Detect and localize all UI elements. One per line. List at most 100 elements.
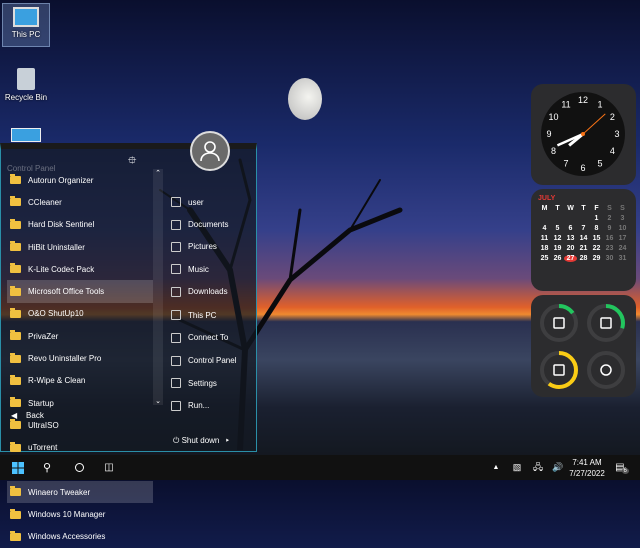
calendar-day[interactable]: 1 [590, 215, 603, 222]
calendar-day[interactable]: 10 [616, 225, 629, 232]
app-list-item[interactable]: HiBit Uninstaller [7, 236, 153, 258]
calendar-today[interactable]: 27 [564, 255, 577, 262]
app-label: Revo Uninstaller Pro [28, 354, 102, 364]
chevron-right-icon[interactable]: ▸ [226, 436, 229, 445]
scroll-up-icon[interactable]: ⌃ [153, 169, 163, 177]
app-label: Hard Disk Sentinel [28, 220, 95, 230]
folder-icon [10, 174, 21, 185]
desktop-icon-this-pc[interactable]: This PC [2, 3, 50, 47]
calendar-day[interactable]: 11 [538, 235, 551, 242]
calendar-day[interactable]: 5 [551, 225, 564, 232]
folder-icon [10, 508, 21, 519]
app-list-item[interactable]: O&O ShutUp10 [7, 303, 153, 325]
network-icon[interactable]: 🖧 [531, 455, 545, 480]
calendar-day[interactable]: 24 [616, 245, 629, 252]
app-list-item[interactable]: K-Lite Codec Pack [7, 258, 153, 280]
calendar-day[interactable]: 14 [577, 235, 590, 242]
place-music[interactable]: Music [171, 258, 236, 280]
place-connect[interactable]: Connect To [171, 326, 236, 348]
app-list-item[interactable]: Winaero Tweaker [7, 481, 153, 504]
cortana-icon [74, 463, 84, 472]
weekday-header: M [541, 205, 548, 212]
calendar-day[interactable]: 22 [590, 245, 603, 252]
place-label: user [188, 197, 204, 207]
place-computer[interactable]: This PC [171, 304, 236, 326]
scroll-down-icon[interactable]: ⌄ [153, 397, 163, 405]
folder-icon [10, 419, 21, 430]
desktop-icon-recycle-bin[interactable]: Recycle Bin [2, 68, 50, 102]
app-list-item[interactable]: Windows 10 Manager [7, 503, 153, 525]
app-list-item[interactable]: Autorun Organizer [7, 169, 153, 191]
place-label: Connect To [188, 333, 229, 343]
search-button[interactable]: ⚲ [38, 455, 56, 480]
calendar-day[interactable]: 9 [603, 225, 616, 232]
place-user[interactable]: user [171, 191, 236, 213]
calendar-day[interactable]: 30 [603, 255, 616, 262]
shutdown-button[interactable]: ⏻ Shut down ▸ [173, 436, 229, 446]
calendar-day[interactable]: 29 [590, 255, 603, 262]
calendar-day[interactable]: 17 [616, 235, 629, 242]
show-hidden-icons-button[interactable]: ▲ [490, 455, 502, 480]
calendar-day[interactable]: 18 [538, 245, 551, 252]
place-document[interactable]: Documents [171, 213, 236, 235]
clock-numeral: 6 [580, 163, 585, 173]
back-button[interactable]: ◀ Back [11, 411, 44, 420]
place-picture[interactable]: Pictures [171, 236, 236, 258]
calendar-day[interactable]: 25 [538, 255, 551, 262]
place-label: Settings [188, 378, 217, 388]
app-list-item[interactable]: Microsoft Office Tools [7, 280, 153, 303]
weekday-header: S [620, 205, 625, 212]
app-list-item[interactable]: R-Wipe & Clean [7, 370, 153, 392]
app-list-item[interactable]: CCleaner [7, 191, 153, 213]
calendar-day[interactable]: 23 [603, 245, 616, 252]
clock-numeral: 10 [549, 112, 559, 122]
place-run[interactable]: Run... [171, 395, 236, 417]
picture-icon [171, 241, 181, 252]
music-icon [171, 264, 181, 275]
app-label: Autorun Organizer [28, 175, 94, 185]
app-list-item[interactable]: PrivaZer [7, 325, 153, 347]
calendar-day[interactable]: 19 [551, 245, 564, 252]
app-label: HiBit Uninstaller [28, 242, 85, 252]
clock-numeral: 11 [561, 100, 570, 110]
recycle-bin-icon [17, 68, 35, 90]
calendar-day[interactable]: 13 [564, 235, 577, 242]
calendar-widget: JULY M T W T F S S 1 2 3 4 5 6 7 8 9 10 11 12 13 14 15 16 17 18 1… [531, 189, 636, 291]
control-panel-icon [11, 128, 41, 142]
calendar-day[interactable]: 3 [616, 215, 629, 222]
calendar-day[interactable]: 15 [590, 235, 603, 242]
calendar-day[interactable]: 6 [564, 225, 577, 232]
app-list-item[interactable]: Revo Uninstaller Pro [7, 347, 153, 369]
calendar-day[interactable]: 16 [603, 235, 616, 242]
calendar-day[interactable]: 8 [590, 225, 603, 232]
start-button[interactable] [9, 455, 27, 480]
folder-icon [10, 285, 21, 296]
places-list: user Documents Pictures Music Downloads This … [171, 191, 236, 417]
disk-icon [553, 364, 565, 376]
app-list-item[interactable]: Windows Accessories [7, 526, 153, 548]
calendar-day[interactable]: 31 [616, 255, 629, 262]
place-download[interactable]: Downloads [171, 281, 236, 303]
device-icon[interactable]: ▧ [511, 455, 523, 480]
calendar-day[interactable]: 26 [551, 255, 564, 262]
place-control-panel[interactable]: Control Panel [171, 350, 236, 372]
app-label: UltraISO [28, 420, 59, 430]
task-view-button[interactable]: ◫ [100, 455, 118, 480]
computer-icon [171, 310, 181, 321]
place-gear[interactable]: Settings [171, 372, 236, 394]
cortana-button[interactable] [70, 455, 88, 480]
volume-icon[interactable]: 🔊 [551, 455, 565, 480]
calendar-day[interactable]: 7 [577, 225, 590, 232]
calendar-day[interactable]: 28 [577, 255, 590, 262]
calendar-day[interactable]: 12 [551, 235, 564, 242]
folder-icon [10, 263, 21, 274]
calendar-day[interactable]: 21 [577, 245, 590, 252]
calendar-day[interactable]: 2 [603, 215, 616, 222]
clock-button[interactable]: 7:41 AM 7/27/2022 [568, 455, 606, 480]
user-avatar[interactable] [190, 131, 230, 171]
calendar-day[interactable]: 4 [538, 225, 551, 232]
app-list-item[interactable]: Hard Disk Sentinel [7, 214, 153, 236]
scrollbar[interactable]: ⌃ ⌄ [153, 169, 163, 405]
calendar-day[interactable]: 20 [564, 245, 577, 252]
notifications-button[interactable]: ▤ 6 [612, 455, 632, 480]
